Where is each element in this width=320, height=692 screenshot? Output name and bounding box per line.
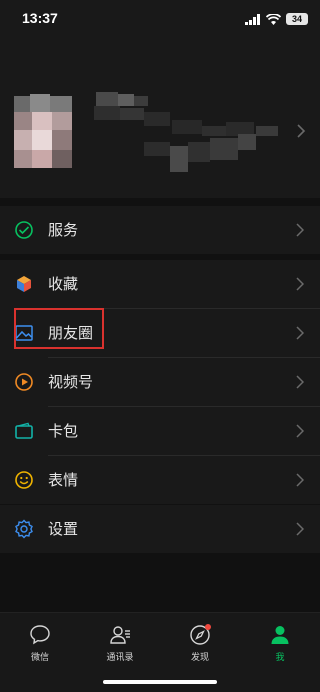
avatar bbox=[14, 86, 78, 196]
channels-play-icon bbox=[15, 373, 33, 391]
chevron-right-icon bbox=[296, 424, 304, 438]
status-bar: 13:37 34 bbox=[0, 0, 320, 40]
battery-indicator: 34 bbox=[286, 13, 308, 25]
tab-label-contacts: 通讯录 bbox=[106, 653, 134, 663]
person-icon bbox=[271, 626, 289, 644]
tab-contacts[interactable]: 通讯录 bbox=[90, 623, 150, 663]
tab-label-chats: 微信 bbox=[30, 653, 49, 663]
menu-label-stickers: 表情 bbox=[48, 471, 79, 489]
chevron-right-icon bbox=[296, 473, 304, 487]
profile-header[interactable] bbox=[0, 40, 320, 198]
menu-label-settings: 设置 bbox=[48, 520, 79, 538]
menu-item-favorites[interactable]: 收藏 bbox=[0, 260, 320, 308]
menu-label-favorites: 收藏 bbox=[48, 275, 79, 293]
sticker-smile-icon bbox=[15, 471, 33, 489]
favorites-cube-icon bbox=[17, 276, 31, 292]
card-wallet-icon bbox=[15, 422, 33, 439]
tab-chats[interactable]: 微信 bbox=[10, 623, 70, 663]
moments-image-icon bbox=[15, 325, 33, 341]
tab-label-me: 我 bbox=[275, 653, 285, 663]
menu-item-services[interactable]: 服务 bbox=[0, 206, 320, 254]
chevron-right-icon bbox=[296, 326, 304, 340]
menu-item-channels[interactable]: 视频号 bbox=[0, 358, 320, 406]
status-time: 13:37 bbox=[22, 10, 58, 26]
compass-icon bbox=[190, 624, 211, 645]
signal-icon bbox=[245, 13, 260, 25]
menu-label-services: 服务 bbox=[48, 221, 79, 239]
tab-label-discover: 发现 bbox=[190, 653, 209, 663]
chevron-right-icon bbox=[296, 522, 304, 536]
services-icon bbox=[15, 221, 33, 239]
contacts-icon bbox=[110, 626, 130, 644]
menu-item-settings[interactable]: 设置 bbox=[0, 505, 320, 553]
profile-name-blurred bbox=[84, 90, 304, 180]
menu-label-moments: 朋友圈 bbox=[48, 324, 94, 342]
services-group: 服务 bbox=[0, 206, 320, 254]
wifi-icon bbox=[266, 13, 281, 25]
features-group: 收藏 朋友圈 视频号 卡包 表情 bbox=[0, 260, 320, 504]
home-indicator bbox=[103, 680, 217, 684]
menu-item-stickers[interactable]: 表情 bbox=[0, 456, 320, 504]
chevron-right-icon bbox=[296, 223, 304, 237]
chevron-right-icon bbox=[296, 375, 304, 389]
chat-bubble-icon bbox=[30, 625, 50, 645]
tab-discover[interactable]: 发现 bbox=[170, 623, 230, 663]
menu-item-cards[interactable]: 卡包 bbox=[0, 407, 320, 455]
menu-label-cards: 卡包 bbox=[48, 422, 79, 440]
status-icons: 34 bbox=[245, 12, 308, 26]
menu-item-moments[interactable]: 朋友圈 bbox=[0, 309, 320, 357]
tab-me[interactable]: 我 bbox=[250, 623, 310, 663]
settings-group: 设置 bbox=[0, 505, 320, 553]
chevron-right-icon bbox=[296, 277, 304, 291]
gear-icon bbox=[15, 519, 33, 539]
menu-label-channels: 视频号 bbox=[48, 373, 94, 391]
chevron-right-icon bbox=[297, 124, 306, 138]
